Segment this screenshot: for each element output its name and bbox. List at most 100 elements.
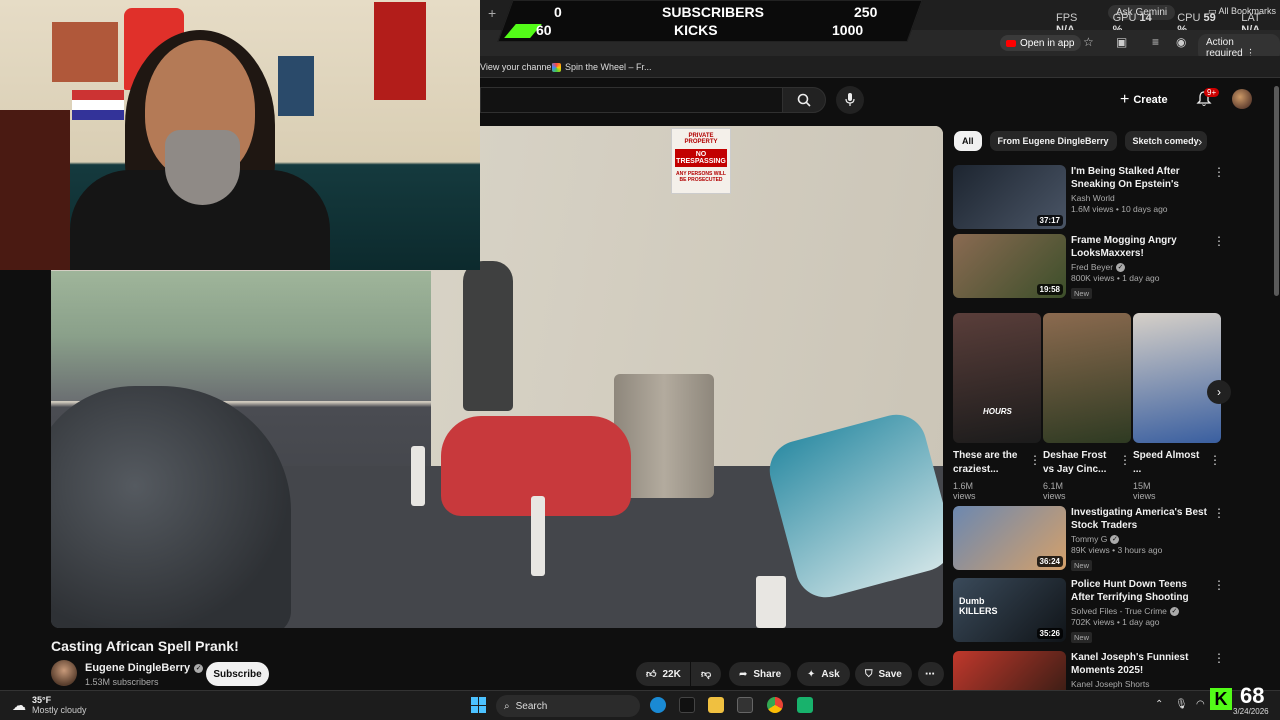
windows-start-icon[interactable] xyxy=(471,697,487,713)
streamer xyxy=(70,20,330,270)
video-thumbnail[interactable]: Dumb KILLERS 35:26 xyxy=(953,578,1066,642)
video-thumbnail[interactable]: 37:17 xyxy=(953,165,1066,229)
recommendation-channel[interactable]: Solved Files - True Crime ✓ xyxy=(1071,606,1211,616)
more-actions-button[interactable]: ⋯ xyxy=(918,662,944,686)
recommendation-channel[interactable]: Kanel Joseph Shorts xyxy=(1071,679,1211,689)
account-avatar[interactable] xyxy=(1232,89,1252,109)
recommendation-title[interactable]: Kanel Joseph's Funniest Moments 2025! xyxy=(1071,651,1211,677)
chrome-icon[interactable] xyxy=(767,697,783,713)
cloud-icon: ☁ xyxy=(12,696,26,713)
reading-list-icon[interactable]: ≡ xyxy=(1152,35,1159,49)
weather-widget[interactable]: ☁ 35°F Mostly cloudy xyxy=(12,695,87,715)
screenshot-icon[interactable]: ▣ xyxy=(1116,35,1127,49)
star-icon[interactable]: ☆ xyxy=(1083,35,1094,49)
subscribe-button[interactable]: Subscribe xyxy=(206,662,269,686)
more-options-icon[interactable]: ⋮ xyxy=(1119,453,1131,467)
chip-all[interactable]: All xyxy=(954,131,982,151)
dislike-button[interactable]: 👎︎ xyxy=(691,662,721,686)
youtube-search-input[interactable] xyxy=(480,87,782,113)
file-explorer-icon[interactable] xyxy=(708,697,724,713)
store-icon[interactable] xyxy=(737,697,753,713)
recommendation-title[interactable]: Investigating America's Best Stock Trade… xyxy=(1071,506,1211,532)
more-options-icon[interactable]: ⋮ xyxy=(1213,506,1225,520)
create-button[interactable]: + Create xyxy=(1120,89,1168,111)
share-button[interactable]: ➦ Share xyxy=(729,662,792,686)
video-thumbnail[interactable]: 36:24 xyxy=(953,506,1066,570)
all-bookmarks-button[interactable]: ▭ All Bookmarks xyxy=(1208,6,1276,17)
channel-name[interactable]: Eugene DingleBerry ✓ xyxy=(85,662,204,674)
taskbar-date[interactable]: 3/24/2026 xyxy=(1233,707,1269,716)
verified-icon: ✓ xyxy=(1169,606,1179,616)
duration-badge: 36:24 xyxy=(1036,556,1063,567)
notification-badge: 9+ xyxy=(1204,88,1220,97)
new-tab-icon[interactable]: + xyxy=(488,5,496,21)
mic-tray-icon[interactable]: 🎙︎ xyxy=(1175,699,1188,710)
video-scene-car xyxy=(51,386,291,628)
tray-chevron-icon[interactable]: ⌃ xyxy=(1155,699,1163,710)
taskbar-search[interactable]: ⌕ Search xyxy=(496,695,640,717)
new-badge: New xyxy=(1071,560,1093,571)
short-views: 6.1M views xyxy=(1043,481,1066,501)
open-in-app-button[interactable]: Open in app xyxy=(1000,35,1081,51)
video-scene-bollard xyxy=(411,446,425,506)
duration-badge: 37:17 xyxy=(1036,215,1063,226)
profile-icon[interactable]: ◉ xyxy=(1176,35,1186,49)
recommendation-meta: 89K views • 3 hours ago xyxy=(1071,545,1163,555)
tiktok-icon[interactable] xyxy=(679,697,695,713)
youtube-icon xyxy=(1006,39,1016,47)
recommendation-title[interactable]: Frame Mogging Angry LooksMaxxers! xyxy=(1071,234,1211,260)
short-thumbnail[interactable] xyxy=(1133,313,1221,443)
recommendation-item[interactable]: 37:17 I'm Being Stalked After Sneaking On… xyxy=(953,165,1273,229)
recommendation-title[interactable]: I'm Being Stalked After Sneaking On Epst… xyxy=(1071,165,1211,191)
kicks-goal: 1000 xyxy=(832,22,864,38)
recommendation-info: I'm Being Stalked After Sneaking On Epst… xyxy=(1071,165,1211,214)
recommendation-channel[interactable]: Tommy G ✓ xyxy=(1071,534,1211,544)
more-options-icon[interactable]: ⋮ xyxy=(1029,453,1041,467)
short-title[interactable]: Speed Almost ... xyxy=(1133,449,1207,477)
kicks-current: 60 xyxy=(536,22,552,38)
channel-avatar[interactable] xyxy=(51,660,77,686)
bookmark-spin-wheel[interactable]: Spin the Wheel – Fr... xyxy=(552,62,652,72)
shorts-next-button[interactable]: › xyxy=(1207,380,1231,404)
edge-icon[interactable] xyxy=(650,697,666,713)
app-icon[interactable] xyxy=(797,697,813,713)
scrollbar[interactable] xyxy=(1274,86,1279,296)
mic-icon xyxy=(845,93,855,106)
voice-search-button[interactable] xyxy=(836,86,864,114)
short-title[interactable]: Deshae Frost vs Jay Cinc... xyxy=(1043,449,1117,477)
recommendation-item[interactable]: Dumb KILLERS 35:26 Police Hunt Down Teens … xyxy=(953,578,1273,643)
chip-from-channel[interactable]: From Eugene DingleBerry xyxy=(989,131,1117,151)
recommendation-channel[interactable]: Fred Beyer ✓ xyxy=(1071,262,1211,272)
more-options-icon[interactable]: ⋮ xyxy=(1213,651,1225,665)
kicks-label: KICKS xyxy=(674,22,718,38)
like-button[interactable]: 👍︎ 22K xyxy=(636,662,690,686)
plus-icon: + xyxy=(1120,91,1130,108)
recommendation-meta: 800K views • 1 day ago xyxy=(1071,273,1160,283)
video-thumbnail[interactable]: 19:58 xyxy=(953,234,1066,298)
ask-button[interactable]: ✦ Ask xyxy=(797,662,850,686)
bookmark-view-channel[interactable]: View your channel xyxy=(480,62,553,72)
short-thumbnail[interactable]: HOURS xyxy=(953,313,1041,443)
recommendation-channel[interactable]: Kash World xyxy=(1071,193,1211,203)
recommendation-item[interactable]: 19:58 Frame Mogging Angry LooksMaxxers! Fr… xyxy=(953,234,1273,299)
more-options-icon[interactable]: ⋮ xyxy=(1213,234,1225,248)
channel-subscribers: 1.53M subscribers xyxy=(85,677,159,687)
wifi-icon[interactable]: ◠ xyxy=(1196,699,1205,710)
recommendation-meta: 702K views • 1 day ago xyxy=(1071,617,1160,627)
subs-current: 0 xyxy=(554,4,562,20)
subs-label: SUBSCRIBERS xyxy=(662,4,764,20)
recommendation-item[interactable]: 36:24 Investigating America's Best Stock … xyxy=(953,506,1273,571)
more-icon: ⋯ xyxy=(925,668,935,680)
short-title[interactable]: These are the craziest... xyxy=(953,449,1027,477)
search-button[interactable] xyxy=(782,87,826,113)
verified-icon: ✓ xyxy=(1116,262,1126,272)
more-options-icon[interactable]: ⋮ xyxy=(1213,578,1225,592)
more-options-icon[interactable]: ⋮ xyxy=(1209,453,1221,467)
short-thumbnail[interactable] xyxy=(1043,313,1131,443)
video-scene-street xyxy=(51,271,441,401)
save-button[interactable]: ⛉ Save xyxy=(855,662,912,686)
more-options-icon[interactable]: ⋮ xyxy=(1213,165,1225,179)
chevron-right-icon[interactable]: › xyxy=(1198,134,1202,149)
recommendation-title[interactable]: Police Hunt Down Teens After Terrifying … xyxy=(1071,578,1211,604)
chip-sketch-comedy[interactable]: Sketch comedy xyxy=(1124,131,1207,151)
